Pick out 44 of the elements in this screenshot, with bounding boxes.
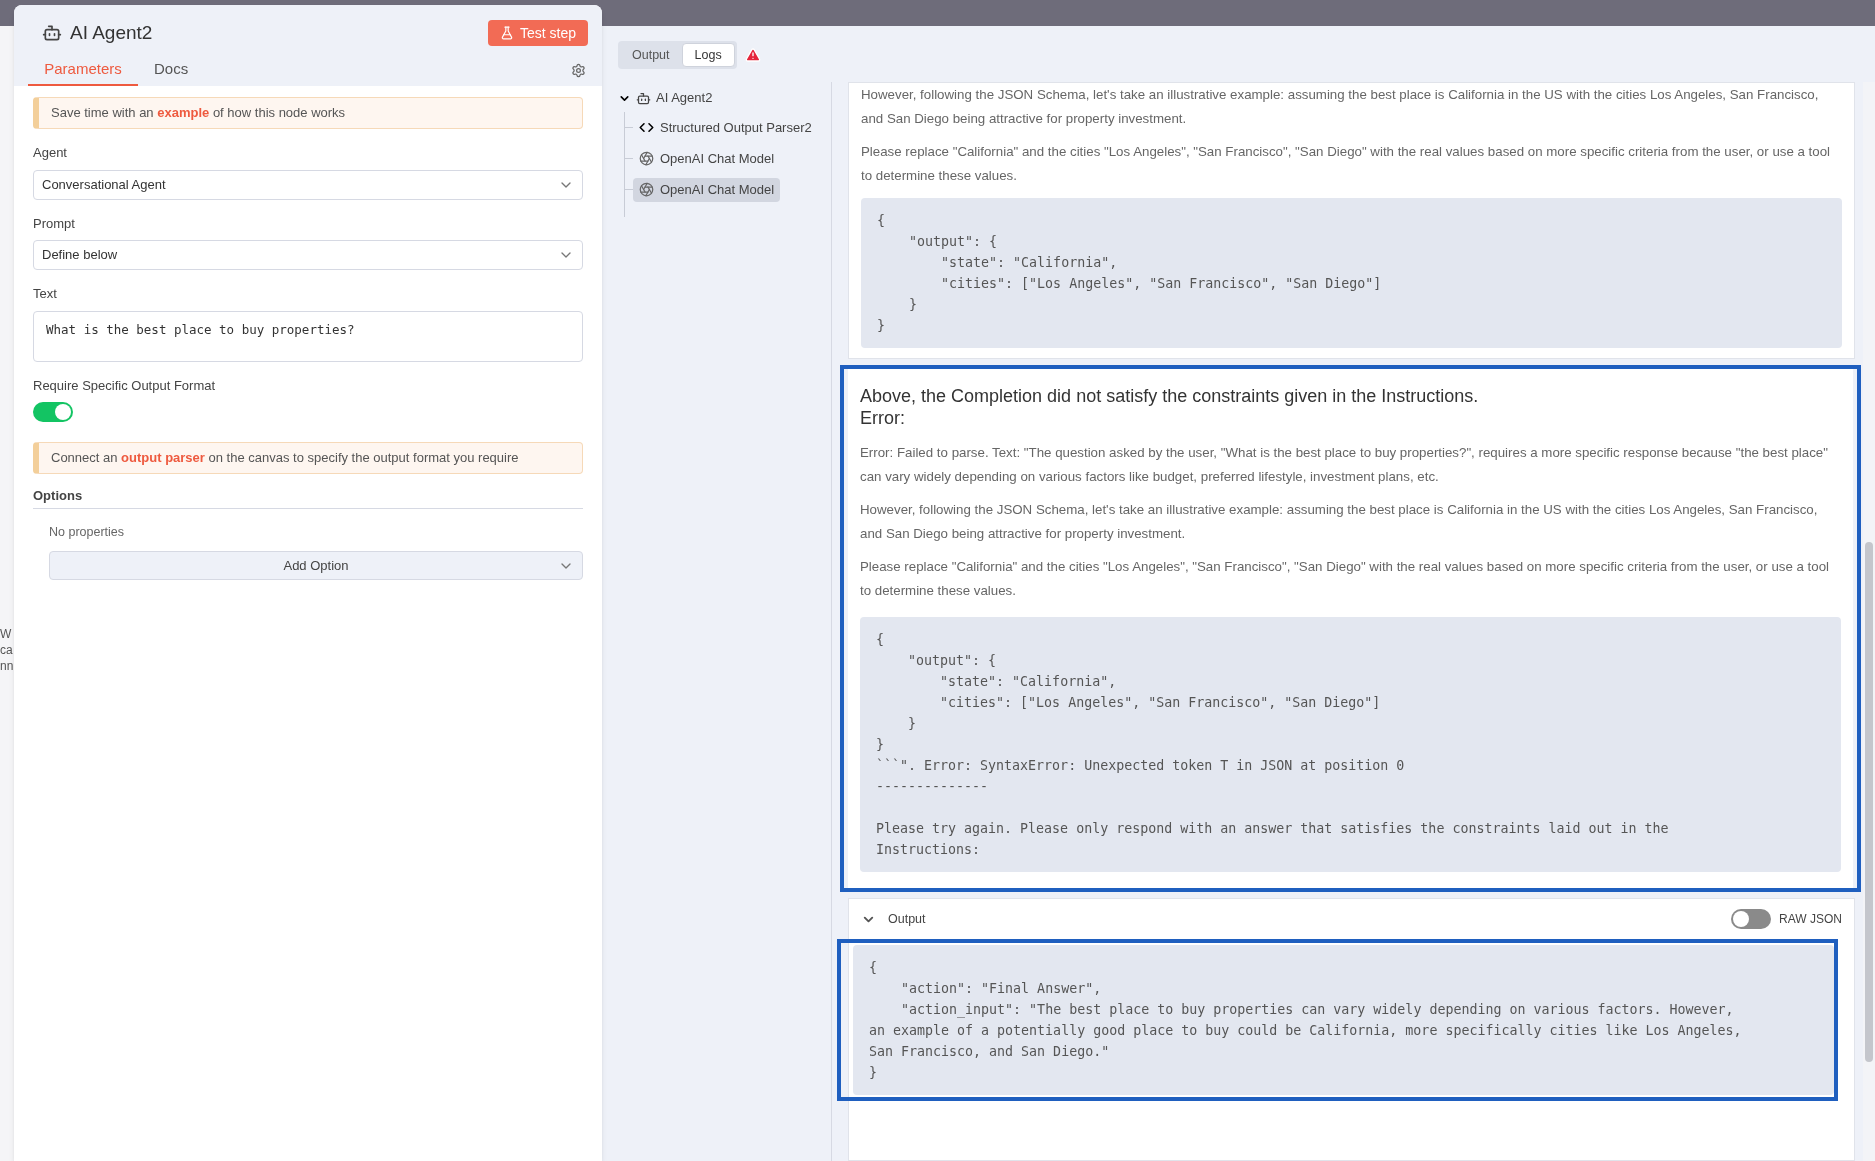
field-label: Require Specific Output Format — [33, 376, 216, 395]
canvas-text: nn — [0, 658, 14, 674]
notice-text: Save time with an example of how this node works — [51, 104, 346, 123]
message-heading: Above, the Completion did not satisfy the constraints given in the Instructions. Error: — [860, 385, 1480, 429]
panel-tab[interactable]: Docs — [138, 57, 205, 86]
toggle-switch[interactable] — [33, 402, 73, 422]
settings-icon[interactable] — [571, 63, 586, 78]
raw-json-toggle[interactable] — [1731, 909, 1772, 929]
log-paragraph: Please replace "California" and the cities "Los Angeles", "San Francisco", "San Diego" with the real values based on more specific criteria from the user, or use a tool to determine these values. — [860, 558, 1831, 600]
tree-item[interactable]: OpenAI Chat Model — [633, 177, 781, 202]
notice-text: Connect an output parser on the canvas to specify the output format you require — [51, 449, 519, 468]
log-paragraph: However, following the JSON Schema, let's take an illustrative example: assuming the best place is California in the US with the cities Los Angeles, San Francisco, and San Diego being attractive for property investment. — [860, 501, 1819, 543]
aperture-icon — [639, 182, 654, 197]
log-paragraph: Please replace "California" and the cities "Los Angeles", "San Francisco", "San Diego" with the real values based on more specific criteria from the user, or use a tool to determine these values. — [861, 143, 1832, 185]
tree-item[interactable]: Structured Output Parser2 — [633, 115, 818, 140]
log-paragraph: However, following the JSON Schema, let's take an illustrative example: assuming the best place is California in the US with the cities Los Angeles, San Francisco, and San Diego being attractive for property investment. — [861, 86, 1820, 128]
code-block: { "output": { "state": "California", "cities": ["Los Angeles", "San Francisco", "San Diego"] } } — [861, 198, 1842, 348]
aperture-icon — [639, 151, 654, 166]
robot-icon — [42, 23, 62, 44]
text-area[interactable]: What is the best place to buy properties? — [33, 310, 583, 362]
tree-item[interactable]: AI Agent2 — [656, 88, 713, 108]
field-label: Text — [33, 285, 57, 303]
select-field[interactable]: Conversational Agent — [33, 169, 583, 200]
view-tab[interactable]: Logs — [681, 43, 735, 67]
field-label: Agent — [33, 144, 67, 162]
raw-json-label: RAW JSON — [1779, 911, 1842, 928]
canvas-text: W — [0, 626, 13, 642]
code-block: { "action": "Final Answer", "action_input": "The best place to buy properties can vary widely depending on various factors. However, an example of a potentially good place to buy could be California, more specifically cities like Los Angeles, San Francisco, and San Diego." } — [853, 945, 1834, 1095]
code-icon — [639, 120, 654, 135]
canvas-text: ca — [0, 642, 14, 658]
flask-icon — [499, 26, 514, 41]
code-block: { "output": { "state": "California", "cities": ["Los Angeles", "San Francisco", "San Diego"] } } ```". Error: SyntaxError: Unexpected token T in JSON at position 0 -------------- Please try again. Please only respond with an answer that satisfies the constraints laid out in the Instructions: — [860, 617, 1841, 872]
select-field[interactable]: Define below — [33, 240, 583, 270]
field-label: Prompt — [33, 214, 75, 233]
view-tab[interactable]: Output — [620, 43, 682, 67]
tree-item[interactable]: OpenAI Chat Model — [633, 146, 781, 171]
add-option-dropdown[interactable]: Add Option — [49, 551, 583, 581]
log-paragraph: Error: Failed to parse. Text: "The question asked by the user, "What is the best place to buy properties?", requires a more specific response because "the best place" can vary widely depending on various factors like budget, preferred lifestyle, investment plans, etc. — [860, 444, 1829, 486]
output-title: Output — [888, 910, 926, 928]
empty-options-text: No properties — [49, 523, 125, 541]
warning-icon — [744, 47, 761, 63]
panel-title: AI Agent2 — [70, 21, 153, 45]
robot-icon — [636, 90, 651, 106]
options-heading: Options — [33, 486, 583, 509]
